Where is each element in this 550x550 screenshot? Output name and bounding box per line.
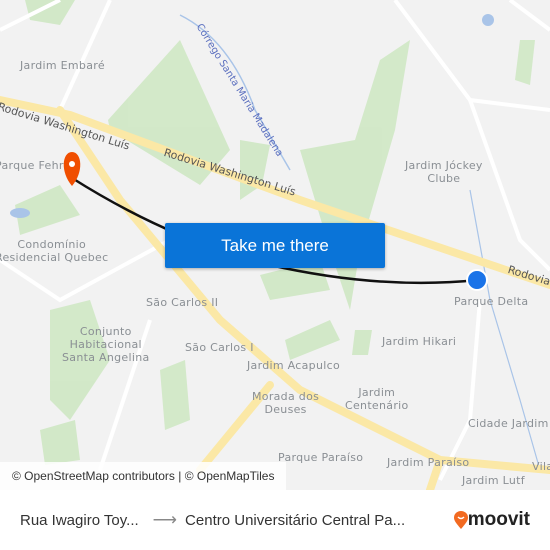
origin-name: Rua Iwagiro Toy... [20,511,139,529]
map-attribution[interactable]: © OpenStreetMap contributors | © OpenMap… [0,462,287,490]
label-neighborhood: Conjunto Habitacional Santa Angelina [62,325,150,364]
moovit-logo: moovit [453,509,530,531]
label-neighborhood: Jardim Acapulco [247,359,340,372]
take-me-there-button[interactable]: Take me there [165,223,385,268]
map[interactable]: Jardim Embaré Parque Fehr Condomínio Res… [0,0,550,490]
route-footer: Rua Iwagiro Toy... ⟶ Centro Universitári… [0,490,550,550]
label-neighborhood: Jardim Hikari [382,335,457,348]
label-neighborhood: Parque Fehr [0,159,64,172]
label-neighborhood: Jardim Centenário [345,386,409,412]
label-neighborhood: Jardim Jóckey Clube [405,159,483,185]
label-neighborhood: Cidade Jardim [468,417,549,430]
destination-name: Centro Universitário Central Pa... [185,511,406,529]
label-neighborhood: Jardim Paraíso [387,456,470,469]
label-neighborhood: São Carlos II [146,296,219,309]
label-neighborhood: Jardim Lutf [462,474,525,487]
label-neighborhood: Jardim Embaré [20,59,105,72]
label-neighborhood: São Carlos I [185,341,254,354]
label-neighborhood: Parque Paraíso [278,451,364,464]
label-neighborhood: Parque Delta [454,295,529,308]
moovit-pin-icon [453,511,468,529]
label-neighborhood: Morada dos Deuses [252,390,320,416]
arrow-right-icon: ⟶ [152,510,178,529]
label-neighborhood: Vila [532,460,550,473]
moovit-wordmark: moovit [467,509,530,530]
label-neighborhood: Condomínio Residencial Quebec [0,238,109,264]
origin-marker-icon [466,269,488,291]
